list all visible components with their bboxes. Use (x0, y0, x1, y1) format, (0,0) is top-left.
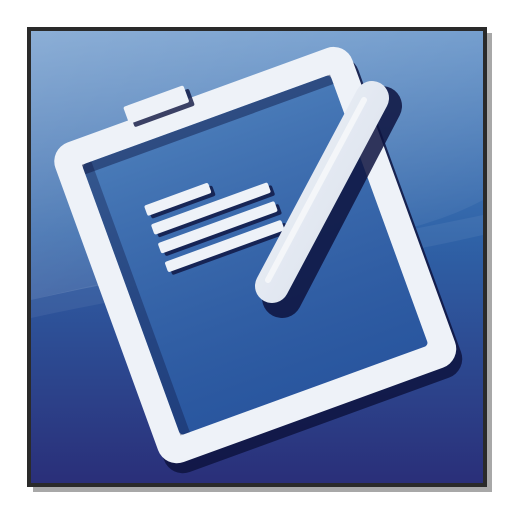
icon-canvas (0, 0, 512, 512)
clipboard-app-icon[interactable] (0, 0, 512, 512)
